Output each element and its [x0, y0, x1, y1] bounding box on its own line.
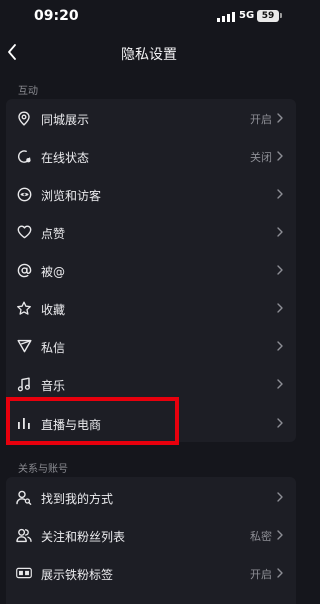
- row-music[interactable]: 音乐: [6, 365, 296, 403]
- chevron-right-icon: [277, 341, 283, 351]
- chevron-right-icon: [277, 189, 283, 199]
- chevron-right-icon: [277, 418, 283, 428]
- row-label: 收藏: [41, 303, 66, 317]
- row-likes[interactable]: 点赞: [6, 213, 296, 251]
- row-label: 点赞: [41, 227, 66, 241]
- heart-icon: [16, 224, 32, 240]
- eye-icon: [16, 186, 32, 202]
- find-user-icon: [16, 489, 32, 505]
- row-value: 关闭: [250, 151, 272, 164]
- row-value: 开启: [250, 568, 272, 581]
- section-header-relations: 关系与账号: [18, 464, 68, 475]
- location-pin-icon: [16, 110, 32, 126]
- row-follow-fans-list[interactable]: 关注和粉丝列表 私密: [6, 516, 296, 554]
- row-label: 关注和粉丝列表: [41, 530, 126, 544]
- chevron-right-icon: [277, 568, 283, 578]
- row-find-me[interactable]: 找到我的方式: [6, 478, 296, 516]
- row-mentions[interactable]: 被@: [6, 251, 296, 289]
- music-note-icon: [16, 376, 32, 392]
- row-label: 被@: [41, 265, 66, 279]
- status-time: 09:20: [34, 8, 79, 24]
- interaction-group: 同城展示 开启 在线状态 关闭 浏览和访客 点赞 被@ 收藏 私信 音乐 直播与…: [6, 99, 296, 442]
- nav-bar: 隐私设置: [0, 34, 298, 72]
- star-icon: [16, 300, 32, 316]
- signal-icon: [217, 12, 235, 22]
- chevron-right-icon: [277, 492, 283, 502]
- row-label: 浏览和访客: [41, 189, 102, 203]
- at-sign-icon: [16, 262, 32, 278]
- online-status-icon: [16, 148, 32, 164]
- chevron-right-icon: [277, 265, 283, 275]
- chevron-right-icon: [277, 303, 283, 313]
- row-views-visitors[interactable]: 浏览和访客: [6, 175, 296, 213]
- live-bars-icon: [16, 415, 32, 431]
- row-label: 展示铁粉标签: [41, 568, 114, 582]
- row-label: 在线状态: [41, 151, 90, 165]
- section-header-interaction: 互动: [18, 86, 38, 97]
- row-value: 开启: [250, 113, 272, 126]
- row-label: 同城展示: [41, 113, 90, 127]
- row-favorites[interactable]: 收藏: [6, 289, 296, 327]
- relations-group: 找到我的方式 关注和粉丝列表 私密 展示铁粉标签 开启: [6, 477, 296, 604]
- chevron-right-icon: [277, 151, 283, 161]
- row-messages[interactable]: 私信: [6, 327, 296, 365]
- followers-icon: [16, 527, 32, 543]
- send-icon: [16, 338, 32, 354]
- row-fan-badge[interactable]: 展示铁粉标签 开启: [6, 554, 296, 592]
- fan-badge-icon: [16, 565, 32, 581]
- row-label: 直播与电商: [41, 418, 102, 432]
- chevron-right-icon: [277, 379, 283, 389]
- status-bar: 09:20 5G 59: [0, 0, 298, 34]
- row-online-status[interactable]: 在线状态 关闭: [6, 137, 296, 175]
- network-type: 5G: [239, 10, 255, 21]
- row-live-ecommerce[interactable]: 直播与电商: [6, 404, 296, 442]
- battery-cap: [280, 13, 282, 18]
- battery-icon: 59: [257, 10, 279, 22]
- page-title: 隐私设置: [121, 47, 177, 63]
- row-value: 私密: [250, 530, 272, 543]
- row-label: 私信: [41, 341, 66, 355]
- chevron-right-icon: [277, 227, 283, 237]
- chevron-right-icon: [277, 113, 283, 123]
- chevron-right-icon: [277, 530, 283, 540]
- row-nearby-display[interactable]: 同城展示 开启: [6, 99, 296, 137]
- row-label: 找到我的方式: [41, 492, 114, 506]
- row-label: 音乐: [41, 379, 66, 393]
